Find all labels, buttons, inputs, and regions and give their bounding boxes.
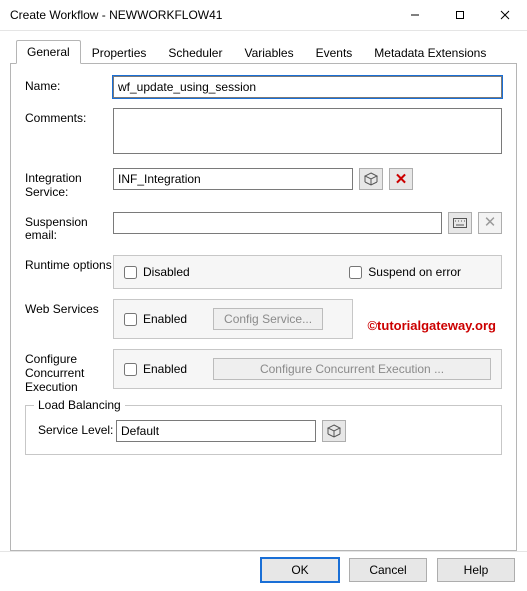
dialog-footer: OK Cancel Help — [0, 551, 527, 591]
disabled-checkbox-label: Disabled — [143, 265, 190, 279]
concurrent-enabled-wrap[interactable]: Enabled — [124, 362, 187, 376]
row-concurrent-execution: Configure Concurrent Execution Enabled C… — [25, 349, 502, 394]
concurrent-execution-label: Configure Concurrent Execution — [25, 349, 113, 394]
watermark-text: ©tutorialgateway.org — [367, 318, 496, 333]
tab-label: Scheduler — [168, 46, 222, 60]
concurrent-execution-well: Enabled Configure Concurrent Execution .… — [113, 349, 502, 389]
close-button[interactable] — [482, 0, 527, 30]
titlebar: Create Workflow - NEWWORKFLOW41 — [0, 0, 527, 31]
clear-service-button[interactable]: ✕ — [389, 168, 413, 190]
tab-label: General — [27, 45, 70, 59]
suspend-on-error-label: Suspend on error — [368, 265, 461, 279]
cube-icon — [364, 172, 378, 186]
name-label: Name: — [25, 76, 113, 94]
comments-label: Comments: — [25, 108, 113, 126]
maximize-icon — [455, 10, 465, 20]
tab-general[interactable]: General — [16, 40, 81, 64]
suspend-on-error-checkbox-wrap[interactable]: Suspend on error — [349, 265, 461, 279]
browse-service-level-button[interactable] — [322, 420, 346, 442]
tab-events[interactable]: Events — [305, 41, 364, 64]
disabled-checkbox-wrap[interactable]: Disabled — [124, 265, 190, 279]
row-comments: Comments: — [25, 108, 502, 154]
row-service-level: Service Level: — [38, 420, 489, 442]
row-suspension-email: Suspension email: ✕ — [25, 212, 502, 244]
row-integration-service: Integration Service: ✕ — [25, 168, 502, 200]
webservices-enabled-checkbox[interactable] — [124, 313, 137, 326]
runtime-options-well: Disabled Suspend on error — [113, 255, 502, 289]
tab-label: Properties — [92, 46, 147, 60]
tab-scheduler[interactable]: Scheduler — [157, 41, 233, 64]
web-services-label: Web Services — [25, 299, 113, 317]
webservices-enabled-wrap[interactable]: Enabled — [124, 312, 187, 326]
suspend-on-error-checkbox[interactable] — [349, 266, 362, 279]
ok-button[interactable]: OK — [261, 558, 339, 582]
tab-properties[interactable]: Properties — [81, 41, 158, 64]
minimize-button[interactable] — [392, 0, 437, 30]
tab-metadata-extensions[interactable]: Metadata Extensions — [363, 41, 497, 64]
load-balancing-legend: Load Balancing — [34, 398, 125, 412]
comments-textarea[interactable] — [113, 108, 502, 154]
cancel-button[interactable]: Cancel — [349, 558, 427, 582]
web-services-well: Enabled Config Service... — [113, 299, 353, 339]
concurrent-enabled-checkbox[interactable] — [124, 363, 137, 376]
suspension-email-label: Suspension email: — [25, 212, 113, 244]
row-runtime-options: Runtime options Disabled Suspend on erro… — [25, 255, 502, 289]
service-level-label: Service Level: — [38, 420, 116, 438]
tab-label: Variables — [244, 46, 293, 60]
webservices-enabled-label: Enabled — [143, 312, 187, 326]
config-service-button: Config Service... — [213, 308, 323, 330]
integration-service-label: Integration Service: — [25, 168, 113, 200]
close-icon — [500, 10, 510, 20]
concurrent-enabled-label: Enabled — [143, 362, 187, 376]
x-icon: ✕ — [484, 215, 497, 230]
dialog-window: Create Workflow - NEWWORKFLOW41 General … — [0, 0, 527, 591]
tab-variables[interactable]: Variables — [233, 41, 304, 64]
row-name: Name: — [25, 76, 502, 98]
disabled-checkbox[interactable] — [124, 266, 137, 279]
clear-email-button[interactable]: ✕ — [478, 212, 502, 234]
browse-service-button[interactable] — [359, 168, 383, 190]
keyboard-icon — [453, 218, 467, 228]
window-title: Create Workflow - NEWWORKFLOW41 — [10, 8, 392, 22]
configure-concurrent-button: Configure Concurrent Execution ... — [213, 358, 491, 380]
x-icon: ✕ — [395, 172, 408, 187]
help-button[interactable]: Help — [437, 558, 515, 582]
tab-panel-general: Name: Comments: Integration Service: ✕ — [10, 63, 517, 551]
maximize-button[interactable] — [437, 0, 482, 30]
tab-label: Metadata Extensions — [374, 46, 486, 60]
tab-label: Events — [316, 46, 353, 60]
cube-icon — [327, 424, 341, 438]
minimize-icon — [410, 10, 420, 20]
integration-service-input[interactable] — [113, 168, 353, 190]
suspension-email-input[interactable] — [113, 212, 442, 234]
tabstrip: General Properties Scheduler Variables E… — [0, 31, 527, 63]
runtime-options-label: Runtime options — [25, 255, 113, 273]
edit-email-button[interactable] — [448, 212, 472, 234]
load-balancing-group: Load Balancing Service Level: — [25, 405, 502, 455]
name-input[interactable] — [113, 76, 502, 98]
service-level-input[interactable] — [116, 420, 316, 442]
